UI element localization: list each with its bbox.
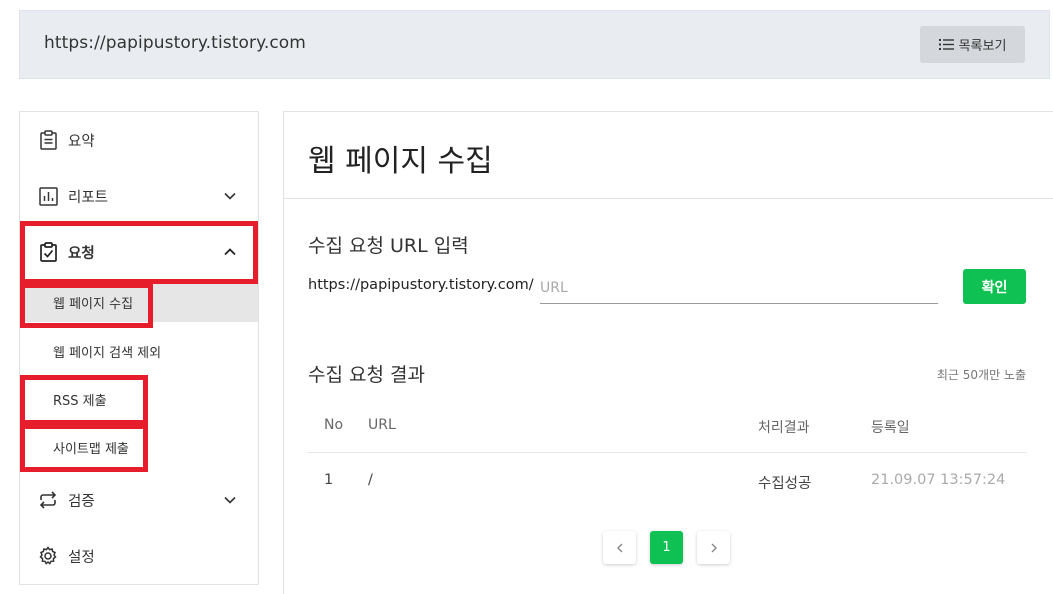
sidebar-item-summary[interactable]: 요약 [20, 112, 258, 168]
sidebar-item-label: 요약 [68, 133, 95, 150]
sidebar-subitem-label: RSS 제출 [53, 393, 107, 409]
confirm-button[interactable]: 확인 [963, 269, 1026, 304]
chevron-down-icon[interactable] [222, 188, 238, 204]
table-header-date: 등록일 [871, 420, 910, 436]
table-header-result: 처리결과 [758, 420, 810, 436]
sidebar-subitem-web-page-exclude[interactable]: 웹 페이지 검색 제외 [20, 331, 258, 371]
divider [284, 198, 1053, 199]
list-icon [938, 39, 954, 50]
table-cell-url: / [368, 472, 373, 488]
form-section-title: 수집 요청 URL 입력 [308, 235, 469, 257]
clipboard-check-icon [38, 242, 58, 262]
sidebar-item-request[interactable]: 요청 [20, 224, 258, 280]
url-input[interactable] [540, 272, 938, 304]
page-title: 웹 페이지 수집 [308, 144, 493, 179]
pagination-page-current[interactable]: 1 [650, 531, 683, 564]
table-header-url: URL [368, 417, 396, 433]
sidebar-subitem-label: 사이트맵 제출 [53, 441, 129, 457]
pagination-next-button[interactable] [697, 531, 730, 564]
pagination-prev-button[interactable] [603, 531, 636, 564]
table-cell-no: 1 [324, 472, 334, 488]
list-view-button[interactable]: 목록보기 [920, 26, 1025, 63]
gear-icon [38, 546, 58, 566]
table-header-no: No [324, 417, 344, 433]
chevron-right-icon [711, 543, 717, 552]
sidebar-item-settings[interactable]: 설정 [20, 528, 258, 584]
sidebar-subitem-sitemap-submit[interactable]: 사이트맵 제출 [20, 427, 258, 467]
chart-icon [38, 186, 58, 206]
chevron-left-icon [616, 543, 622, 552]
clipboard-icon [38, 130, 58, 150]
sidebar: 요약 리포트 요청 웹 페이지 수집 웹 페이지 검색 제외 RSS 제출 사이… [19, 111, 259, 585]
table-divider [308, 452, 1026, 453]
repeat-icon [38, 490, 58, 510]
chevron-up-icon[interactable] [222, 244, 238, 260]
recent-note: 최근 50개만 노출 [936, 368, 1026, 382]
chevron-down-icon[interactable] [222, 492, 238, 508]
sidebar-item-label: 검증 [68, 493, 95, 510]
table-cell-result: 수집성공 [758, 476, 812, 492]
table-cell-date: 21.09.07 13:57:24 [871, 472, 1006, 488]
main-panel: 웹 페이지 수집 수집 요청 URL 입력 https://papipustor… [283, 111, 1053, 594]
sidebar-subitem-rss-submit[interactable]: RSS 제출 [20, 379, 258, 419]
sidebar-subitem-label: 웹 페이지 검색 제외 [53, 345, 162, 361]
sidebar-subitem-label: 웹 페이지 수집 [53, 296, 134, 312]
sidebar-subitem-web-page-collect[interactable]: 웹 페이지 수집 [20, 282, 258, 322]
sidebar-item-label: 요청 [68, 245, 95, 262]
top-bar: https://papipustory.tistory.com 목록보기 [19, 10, 1050, 79]
sidebar-item-label: 설정 [68, 549, 95, 566]
sidebar-item-report[interactable]: 리포트 [20, 168, 258, 224]
results-section-title: 수집 요청 결과 [308, 364, 425, 386]
url-prefix: https://papipustory.tistory.com/ [308, 277, 534, 293]
sidebar-item-label: 리포트 [68, 189, 109, 206]
list-view-label: 목록보기 [958, 39, 1007, 54]
site-url: https://papipustory.tistory.com [44, 33, 306, 53]
sidebar-item-verify[interactable]: 검증 [20, 472, 258, 528]
